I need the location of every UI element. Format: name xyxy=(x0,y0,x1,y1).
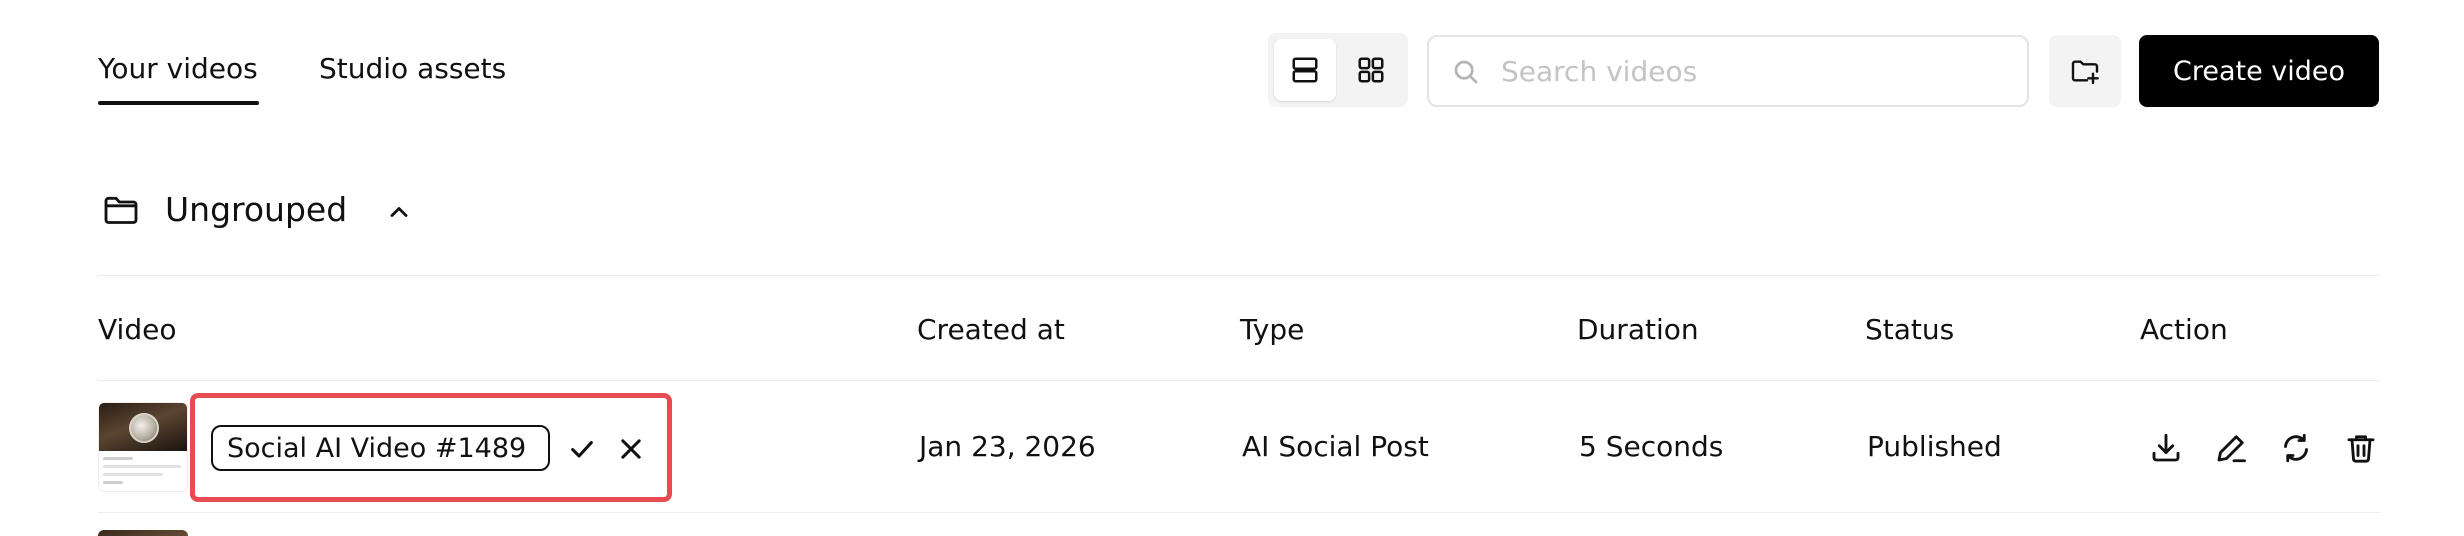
trash-icon xyxy=(2347,435,2375,463)
header-video: Video xyxy=(98,313,177,346)
create-video-button[interactable]: Create video xyxy=(2139,35,2379,107)
video-name-input[interactable] xyxy=(211,425,550,471)
grid-view-icon xyxy=(1358,57,1384,83)
download-icon xyxy=(2152,433,2180,462)
check-icon[interactable] xyxy=(568,435,596,463)
row-created-at: Jan 23, 2026 xyxy=(919,430,1096,463)
grid-view-button[interactable] xyxy=(1340,39,1402,101)
search-box xyxy=(1427,35,2029,107)
header-action: Action xyxy=(2140,313,2228,346)
group-divider xyxy=(98,275,2380,276)
header-created-at: Created at xyxy=(917,313,1065,346)
header-divider xyxy=(98,380,2380,381)
search-input[interactable] xyxy=(1501,47,2011,95)
edit-icon xyxy=(2217,435,2246,463)
header-duration: Duration xyxy=(1577,313,1699,346)
search-icon xyxy=(1454,60,1478,84)
group-title: Ungrouped xyxy=(165,190,348,229)
video-thumbnail[interactable] xyxy=(98,402,188,492)
row-duration: 5 Seconds xyxy=(1579,430,1724,463)
download-button[interactable] xyxy=(2146,428,2186,468)
row-type: AI Social Post xyxy=(1242,430,1429,463)
active-tab-indicator xyxy=(98,101,259,105)
row-divider xyxy=(98,512,2380,513)
list-view-button[interactable] xyxy=(1274,39,1336,101)
chevron-up-icon[interactable] xyxy=(385,198,413,226)
next-video-thumbnail[interactable] xyxy=(98,530,188,536)
header-type: Type xyxy=(1240,313,1305,346)
list-view-icon xyxy=(1292,57,1318,83)
edit-button[interactable] xyxy=(2211,428,2251,468)
folder-plus-icon xyxy=(2071,60,2099,85)
new-folder-button[interactable] xyxy=(2049,35,2121,107)
close-icon[interactable] xyxy=(617,435,645,463)
refresh-icon xyxy=(2284,433,2308,463)
tab-your-videos[interactable]: Your videos xyxy=(98,52,258,85)
row-status: Published xyxy=(1867,430,2002,463)
folder-icon xyxy=(101,190,141,230)
view-toggle xyxy=(1268,33,1408,107)
regenerate-button[interactable] xyxy=(2276,428,2316,468)
rename-editor xyxy=(190,393,672,502)
header-status: Status xyxy=(1865,313,1955,346)
delete-button[interactable] xyxy=(2341,428,2381,468)
tab-studio-assets[interactable]: Studio assets xyxy=(319,52,506,85)
